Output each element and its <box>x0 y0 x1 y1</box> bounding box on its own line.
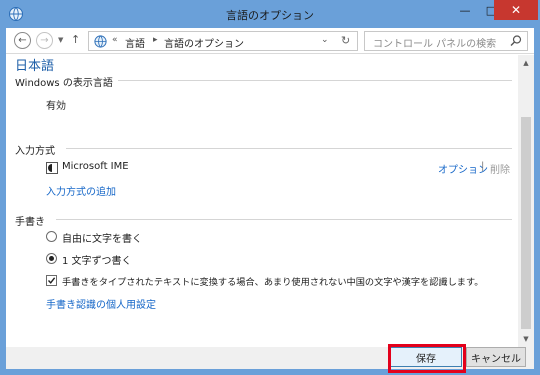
section-divider <box>66 148 512 149</box>
address-bar[interactable]: « 言語 ▸ 言語のオプション ⌄ ↻ <box>88 31 358 51</box>
vertical-scrollbar[interactable]: ▲ ▼ <box>518 55 534 347</box>
scroll-down-icon[interactable]: ▼ <box>518 331 534 347</box>
breadcrumb-overflow-icon[interactable]: « <box>112 35 118 45</box>
up-arrow-icon[interactable]: ↑ <box>71 33 80 46</box>
page-title: 日本語 <box>15 59 55 74</box>
breadcrumb-separator-icon: ▸ <box>153 35 158 45</box>
personalize-handwriting-link[interactable]: 手書き認識の個人用設定 <box>46 296 156 311</box>
cancel-button[interactable]: キャンセル <box>466 347 526 367</box>
radio-single-character-label[interactable]: 1 文字ずつ書く <box>62 252 132 267</box>
forward-button[interactable]: → <box>36 32 53 49</box>
radio-freehand[interactable] <box>46 231 57 242</box>
section-divider <box>118 80 512 81</box>
display-language-status: 有効 <box>46 101 66 112</box>
rare-characters-checkbox[interactable] <box>46 275 57 286</box>
radio-freehand-label[interactable]: 自由に文字を書く <box>62 230 142 245</box>
language-location-icon <box>94 35 107 48</box>
breadcrumb-language-options[interactable]: 言語のオプション <box>164 35 244 50</box>
scrollbar-thumb[interactable] <box>521 117 531 329</box>
content-pane: 日本語 Windows の表示言語 有効 入力方式 Microsoft IME … <box>6 55 518 347</box>
back-button[interactable]: ← <box>14 32 31 49</box>
link-separator: | <box>481 161 485 172</box>
radio-single-character[interactable] <box>46 253 57 264</box>
handwriting-heading: 手書き <box>15 217 45 228</box>
navigation-bar: ← → ▼ ↑ « 言語 ▸ 言語のオプション ⌄ ↻ コントロール パネルの検… <box>6 28 534 54</box>
search-input[interactable]: コントロール パネルの検索 <box>373 35 496 50</box>
scroll-up-icon[interactable]: ▲ <box>518 55 534 71</box>
section-divider <box>56 219 512 220</box>
recent-locations-icon[interactable]: ▼ <box>58 36 63 44</box>
rare-characters-checkbox-label[interactable]: 手書きをタイプされたテキストに変換する場合、あまり使用されない中国の文字や漢字を… <box>62 274 483 288</box>
search-box[interactable]: コントロール パネルの検索 <box>364 31 528 51</box>
ime-icon <box>46 162 58 174</box>
search-icon[interactable] <box>509 34 523 48</box>
minimize-button[interactable]: — <box>452 0 478 20</box>
address-dropdown-icon[interactable]: ⌄ <box>321 35 329 45</box>
save-button-highlight <box>388 344 466 373</box>
button-bar: 保存 キャンセル <box>6 344 534 373</box>
ime-name: Microsoft IME <box>62 161 129 172</box>
refresh-icon[interactable]: ↻ <box>341 34 350 47</box>
window-client: ← → ▼ ↑ « 言語 ▸ 言語のオプション ⌄ ↻ コントロール パネルの検… <box>6 28 534 373</box>
ime-remove-link[interactable]: 削除 <box>490 161 510 176</box>
window: 言語のオプション — □ ✕ ← → ▼ ↑ « 言語 ▸ 言語のオプション ⌄… <box>0 0 540 375</box>
add-input-method-link[interactable]: 入力方式の追加 <box>46 183 116 198</box>
title-bar[interactable]: 言語のオプション — □ ✕ <box>0 0 540 28</box>
display-language-heading: Windows の表示言語 <box>15 78 113 89</box>
breadcrumb-language[interactable]: 言語 <box>125 35 145 50</box>
close-button[interactable]: ✕ <box>494 0 538 20</box>
checkmark-icon <box>47 277 56 284</box>
input-method-heading: 入力方式 <box>15 146 55 157</box>
